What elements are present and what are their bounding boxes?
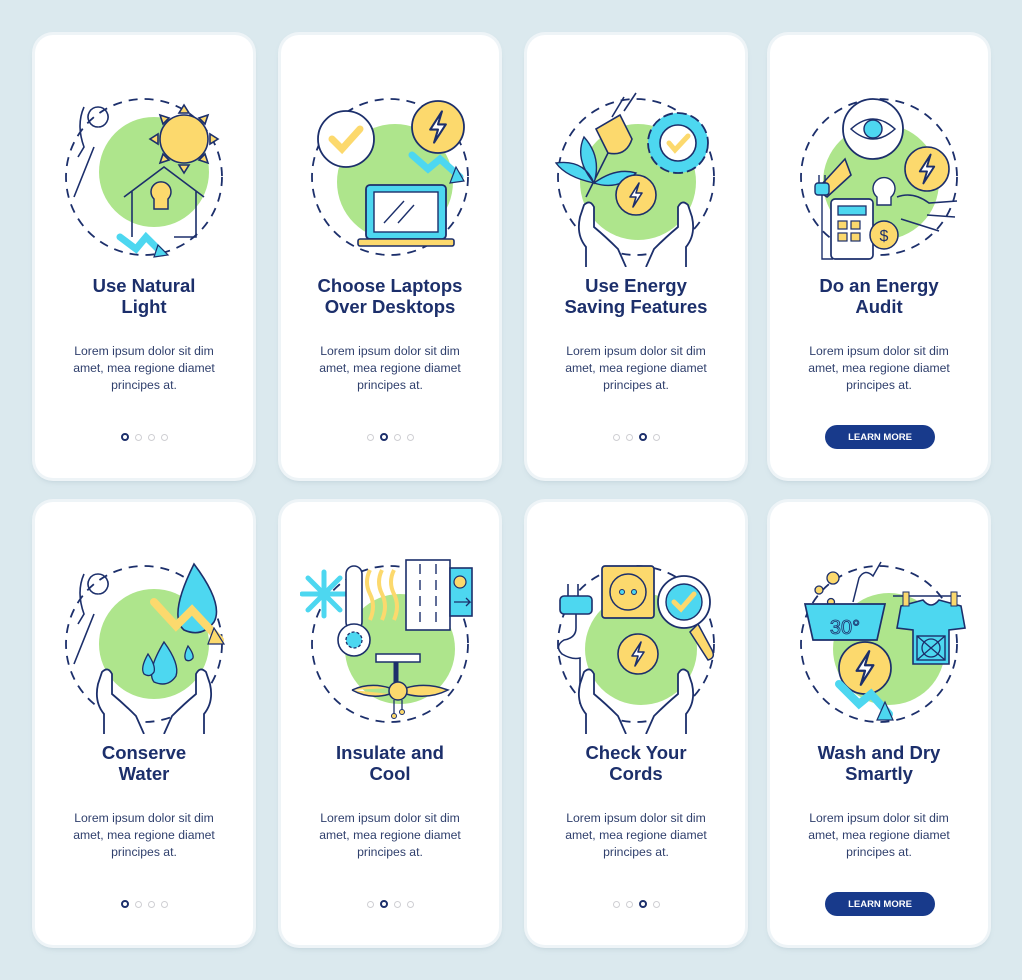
page-dot-1[interactable]: [366, 901, 374, 908]
card-title: Do an Energy Audit: [819, 275, 939, 317]
card-energy-audit: $ Do an Energy Audit Lorem ipsum dolor si…: [770, 35, 988, 478]
power-cord-icon: [557, 565, 715, 734]
page-dot-2[interactable]: [379, 900, 388, 908]
page-dot-3[interactable]: [147, 901, 155, 908]
card-description: Lorem ipsum dolor sit dim amet, mea regio…: [319, 811, 461, 859]
laptop-icon: [311, 98, 469, 256]
page-dot-1[interactable]: [120, 900, 129, 908]
pagination-dots: [35, 433, 253, 441]
page-dot-3[interactable]: [147, 434, 155, 441]
pagination-dots: [281, 900, 499, 908]
card-description: Lorem ipsum dolor sit dim amet, mea regio…: [73, 344, 215, 392]
page-dot-2[interactable]: [625, 434, 633, 441]
pagination-dots: [35, 900, 253, 908]
learn-more-button[interactable]: LEARN MORE: [825, 425, 935, 449]
page-dot-2[interactable]: [134, 901, 142, 908]
card-use-natural-light: Use Natural Light Lorem ipsum dolor sit d…: [35, 35, 253, 478]
page-dot-1[interactable]: [612, 901, 620, 908]
energy-saving-icon: [554, 92, 715, 267]
page-dot-1[interactable]: [612, 434, 620, 441]
card-title: Wash and Dry Smartly: [817, 742, 941, 784]
pagination-dots: [527, 433, 745, 441]
temperature-label: 30°: [830, 617, 860, 639]
card-check-cords: Check Your Cords Lorem ipsum dolor sit di…: [527, 502, 745, 945]
card-choose-laptops: Choose Laptops Over Desktops Lorem ipsum …: [281, 35, 499, 478]
page-dot-4[interactable]: [160, 434, 168, 441]
page-dot-1[interactable]: [120, 433, 129, 441]
page-dot-4[interactable]: [406, 434, 414, 441]
page-dot-2[interactable]: [379, 433, 388, 441]
laundry-icon: 30°: [800, 561, 966, 723]
card-description: Lorem ipsum dolor sit dim amet, mea regio…: [565, 344, 707, 392]
page-dot-2[interactable]: [625, 901, 633, 908]
card-conserve-water: Conserve Water Lorem ipsum dolor sit dim a…: [35, 502, 253, 945]
water-drop-icon: [65, 562, 226, 734]
page-dot-2[interactable]: [134, 434, 142, 441]
learn-more-button[interactable]: LEARN MORE: [825, 892, 935, 916]
page-dot-1[interactable]: [366, 434, 374, 441]
card-description: Lorem ipsum dolor sit dim amet, mea regio…: [319, 344, 461, 392]
page-dot-4[interactable]: [652, 901, 660, 908]
page-dot-3[interactable]: [638, 900, 647, 908]
card-title: Conserve Water: [101, 742, 187, 784]
card-title: Use Energy Saving Features: [564, 275, 708, 317]
card-title: Insulate and Cool: [336, 742, 444, 784]
pagination-dots: [527, 900, 745, 908]
energy-audit-icon: $: [800, 98, 958, 260]
page-dot-3[interactable]: [393, 434, 401, 441]
svg-text:$: $: [880, 228, 889, 245]
insulate-cool-icon: [300, 559, 473, 723]
card-description: Lorem ipsum dolor sit dim amet, mea regio…: [808, 811, 950, 859]
card-use-energy-saving: Use Energy Saving Features Lorem ipsum do…: [527, 35, 745, 478]
card-title: Check Your Cords: [585, 742, 687, 784]
page-dot-4[interactable]: [406, 901, 414, 908]
card-wash-dry: 30° Wash and Dry Smartly Lorem ipsum dolo…: [770, 502, 988, 945]
card-insulate-cool: Insulate and Cool Lorem ipsum dolor sit d…: [281, 502, 499, 945]
page-dot-3[interactable]: [393, 901, 401, 908]
card-description: Lorem ipsum dolor sit dim amet, mea regio…: [565, 811, 707, 859]
page-dot-4[interactable]: [160, 901, 168, 908]
card-description: Lorem ipsum dolor sit dim amet, mea regio…: [73, 811, 215, 859]
card-title: Use Natural Light: [92, 275, 196, 317]
card-description: Lorem ipsum dolor sit dim amet, mea regio…: [808, 344, 950, 392]
page-dot-4[interactable]: [652, 434, 660, 441]
card-title: Choose Laptops Over Desktops: [317, 275, 463, 317]
pagination-dots: [281, 433, 499, 441]
natural-light-icon: [65, 98, 223, 258]
page-dot-3[interactable]: [638, 433, 647, 441]
